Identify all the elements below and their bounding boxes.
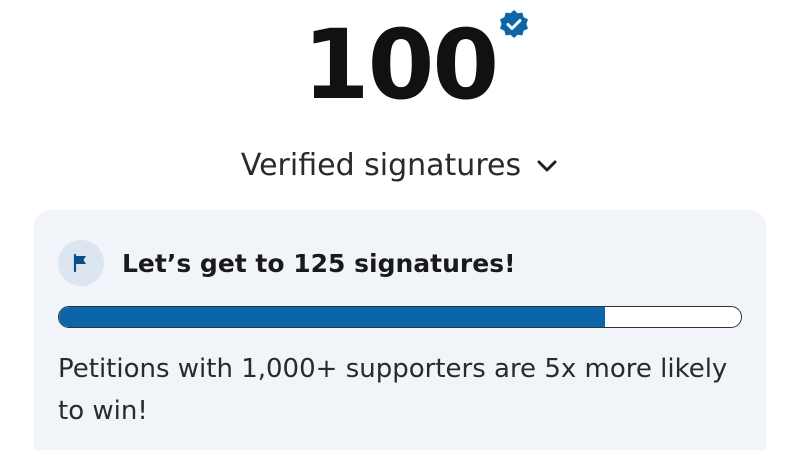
signature-goal-card: Let’s get to 125 signatures! Petitions w… (34, 210, 766, 450)
petition-success-note: Petitions with 1,000+ supporters are 5x … (58, 354, 728, 426)
chevron-down-icon (535, 154, 559, 178)
verified-badge-icon (497, 8, 531, 42)
signature-counter-panel: 100 Verified signatures Let’s get to 125… (0, 0, 800, 450)
signature-count-section: 100 (0, 10, 800, 120)
goal-heading: Let’s get to 125 signatures! (122, 248, 516, 278)
goal-row: Let’s get to 125 signatures! (58, 240, 515, 286)
signature-count-value: 100 (302, 9, 499, 121)
verified-signatures-dropdown[interactable]: Verified signatures (0, 144, 800, 188)
signature-count: 100 (302, 9, 529, 121)
signature-progress-bar (58, 306, 742, 328)
flag-icon (58, 240, 104, 286)
signature-progress-fill (59, 307, 605, 327)
verified-signatures-label: Verified signatures (240, 148, 522, 183)
